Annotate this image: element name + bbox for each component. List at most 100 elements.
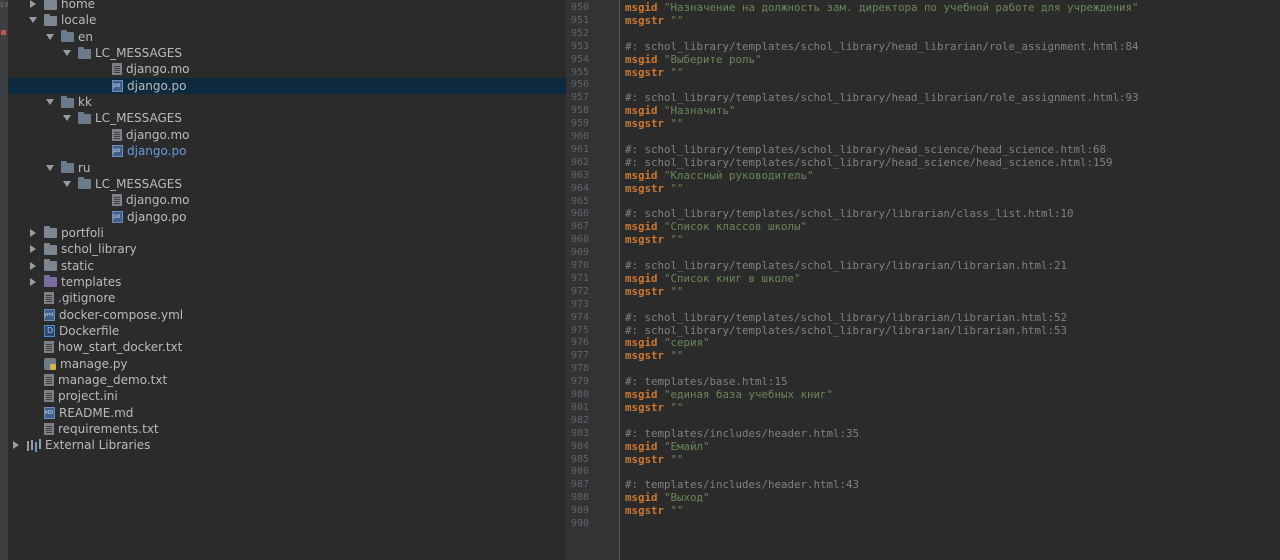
- tree-item-label: manage_demo.txt: [58, 373, 168, 388]
- chevron-right-icon[interactable]: [28, 261, 38, 271]
- tree-item-label: LC_MESSAGES: [95, 111, 182, 126]
- chevron-down-icon[interactable]: [28, 15, 38, 25]
- code-line[interactable]: #: templates/includes/header.html:43: [625, 478, 859, 491]
- python-file-icon: [44, 357, 56, 370]
- code-line[interactable]: msgstr "": [625, 66, 684, 79]
- code-line[interactable]: #: schol_library/templates/schol_library…: [625, 40, 1139, 53]
- code-line[interactable]: msgstr "": [625, 401, 684, 414]
- code-editor[interactable]: msgid "Назначение на должность зам. дире…: [620, 0, 1280, 560]
- tree-item-dockerfile[interactable]: Dockerfile: [8, 323, 566, 339]
- tree-item-project-ini[interactable]: project.ini: [8, 388, 566, 404]
- line-number: 975: [570, 324, 589, 336]
- chevron-down-icon[interactable]: [45, 32, 55, 42]
- tree-item-templates[interactable]: templates: [8, 274, 566, 290]
- tree-item-django-mo[interactable]: django.mo: [8, 61, 566, 77]
- code-line[interactable]: #: schol_library/templates/schol_library…: [625, 259, 1067, 272]
- code-line[interactable]: msgid "Выход": [625, 491, 710, 504]
- folder-icon: [44, 259, 57, 272]
- code-line[interactable]: msgstr "": [625, 285, 684, 298]
- code-line[interactable]: msgstr "": [625, 14, 684, 27]
- libraries-icon: [27, 439, 41, 452]
- code-line[interactable]: #: schol_library/templates/schol_library…: [625, 156, 1113, 169]
- tree-item-ru[interactable]: ru: [8, 160, 566, 176]
- code-line[interactable]: msgid "Список книг в школе": [625, 272, 801, 285]
- tree-item-requirements-txt[interactable]: requirements.txt: [8, 421, 566, 437]
- chevron-right-icon[interactable]: [28, 228, 38, 238]
- chevron-right-icon[interactable]: [28, 0, 38, 9]
- tree-item-django-po[interactable]: django.po: [8, 143, 566, 159]
- tree-item-manage-demo-txt[interactable]: manage_demo.txt: [8, 372, 566, 388]
- text-file-icon: [44, 292, 54, 305]
- code-line[interactable]: msgid "Список классов школы": [625, 220, 807, 233]
- code-line[interactable]: #: schol_library/templates/schol_library…: [625, 143, 1106, 156]
- line-number: 985: [570, 453, 589, 465]
- code-line[interactable]: msgid "Выберите роль": [625, 53, 762, 66]
- code-line[interactable]: #: schol_library/templates/schol_library…: [625, 207, 1074, 220]
- text-file-icon: [44, 423, 54, 436]
- po-keyword: msgid: [625, 271, 658, 285]
- tree-item-schol-library[interactable]: schol_library: [8, 241, 566, 257]
- po-keyword: msgstr: [625, 400, 665, 414]
- chevron-right-icon[interactable]: [28, 277, 38, 287]
- code-line[interactable]: msgstr "": [625, 182, 684, 195]
- code-line[interactable]: msgstr "": [625, 349, 684, 362]
- po-keyword: msgid: [625, 336, 658, 350]
- tree-item-home[interactable]: home: [8, 0, 566, 12]
- tree-item-label: schol_library: [61, 242, 137, 257]
- yaml-file-icon: [44, 308, 55, 321]
- dockerfile-icon: [44, 325, 55, 337]
- line-number: 976: [570, 337, 589, 349]
- tree-item-how-start-docker-txt[interactable]: how_start_docker.txt: [8, 339, 566, 355]
- code-line[interactable]: #: schol_library/templates/schol_library…: [625, 311, 1067, 324]
- code-line[interactable]: #: schol_library/templates/schol_library…: [625, 91, 1139, 104]
- tree-item-lc-messages[interactable]: LC_MESSAGES: [8, 176, 566, 192]
- tree-item-static[interactable]: static: [8, 258, 566, 274]
- line-number: 971: [570, 272, 589, 284]
- tree-item-gitignore[interactable]: .gitignore: [8, 290, 566, 306]
- folder-icon: [78, 46, 91, 59]
- code-line[interactable]: msgstr "": [625, 117, 684, 130]
- tree-item-locale[interactable]: locale: [8, 12, 566, 28]
- chevron-down-icon[interactable]: [62, 179, 72, 189]
- tree-item-en[interactable]: en: [8, 29, 566, 45]
- code-line[interactable]: msgstr "": [625, 233, 684, 246]
- tree-item-django-mo[interactable]: django.mo: [8, 192, 566, 208]
- tree-item-django-po[interactable]: django.po: [8, 209, 566, 225]
- code-line[interactable]: #: schol_library/templates/schol_library…: [625, 324, 1067, 337]
- tree-item-kk[interactable]: kk: [8, 94, 566, 110]
- code-line[interactable]: msgid "Классный руководитель": [625, 169, 814, 182]
- po-string: "": [670, 349, 684, 363]
- code-line[interactable]: msgid "Назначение на должность зам. дире…: [625, 1, 1139, 14]
- tree-item-manage-py[interactable]: manage.py: [8, 356, 566, 372]
- chevron-down-icon[interactable]: [62, 48, 72, 58]
- code-line[interactable]: msgid "Назначить": [625, 104, 736, 117]
- code-line[interactable]: msgid "Емайл": [625, 440, 710, 453]
- tree-item-lc-messages[interactable]: LC_MESSAGES: [8, 110, 566, 126]
- tree-item-readme-md[interactable]: README.md: [8, 405, 566, 421]
- tree-item-docker-compose-yml[interactable]: docker-compose.yml: [8, 307, 566, 323]
- po-reference-comment: #: schol_library/templates/schol_library…: [625, 207, 1074, 221]
- chevron-down-icon[interactable]: [62, 113, 72, 123]
- tree-item-label: LC_MESSAGES: [95, 46, 182, 61]
- chevron-right-icon[interactable]: [11, 440, 21, 450]
- code-line[interactable]: msgid "единая база учебных книг": [625, 388, 833, 401]
- tree-item-label: .gitignore: [58, 291, 116, 306]
- folder-icon: [61, 30, 74, 43]
- code-line[interactable]: #: templates/base.html:15: [625, 375, 788, 388]
- code-line[interactable]: msgstr "": [625, 453, 684, 466]
- chevron-down-icon[interactable]: [45, 163, 55, 173]
- chevron-down-icon[interactable]: [45, 97, 55, 107]
- tree-item-django-po[interactable]: django.po: [8, 77, 566, 94]
- chevron-right-icon[interactable]: [28, 244, 38, 254]
- tree-item-portfoli[interactable]: portfoli: [8, 225, 566, 241]
- text-file-icon: [112, 128, 122, 141]
- tree-item-label: django.po: [127, 209, 187, 224]
- tree-item-external-libraries[interactable]: External Libraries: [8, 437, 566, 453]
- line-number: 974: [570, 311, 589, 323]
- tree-item-lc-messages[interactable]: LC_MESSAGES: [8, 45, 566, 61]
- strip-marker-icon: [1, 30, 6, 35]
- code-line[interactable]: msgstr "": [625, 504, 684, 517]
- tree-item-django-mo[interactable]: django.mo: [8, 127, 566, 143]
- code-line[interactable]: msgid "серия": [625, 336, 710, 349]
- code-line[interactable]: #: templates/includes/header.html:35: [625, 427, 859, 440]
